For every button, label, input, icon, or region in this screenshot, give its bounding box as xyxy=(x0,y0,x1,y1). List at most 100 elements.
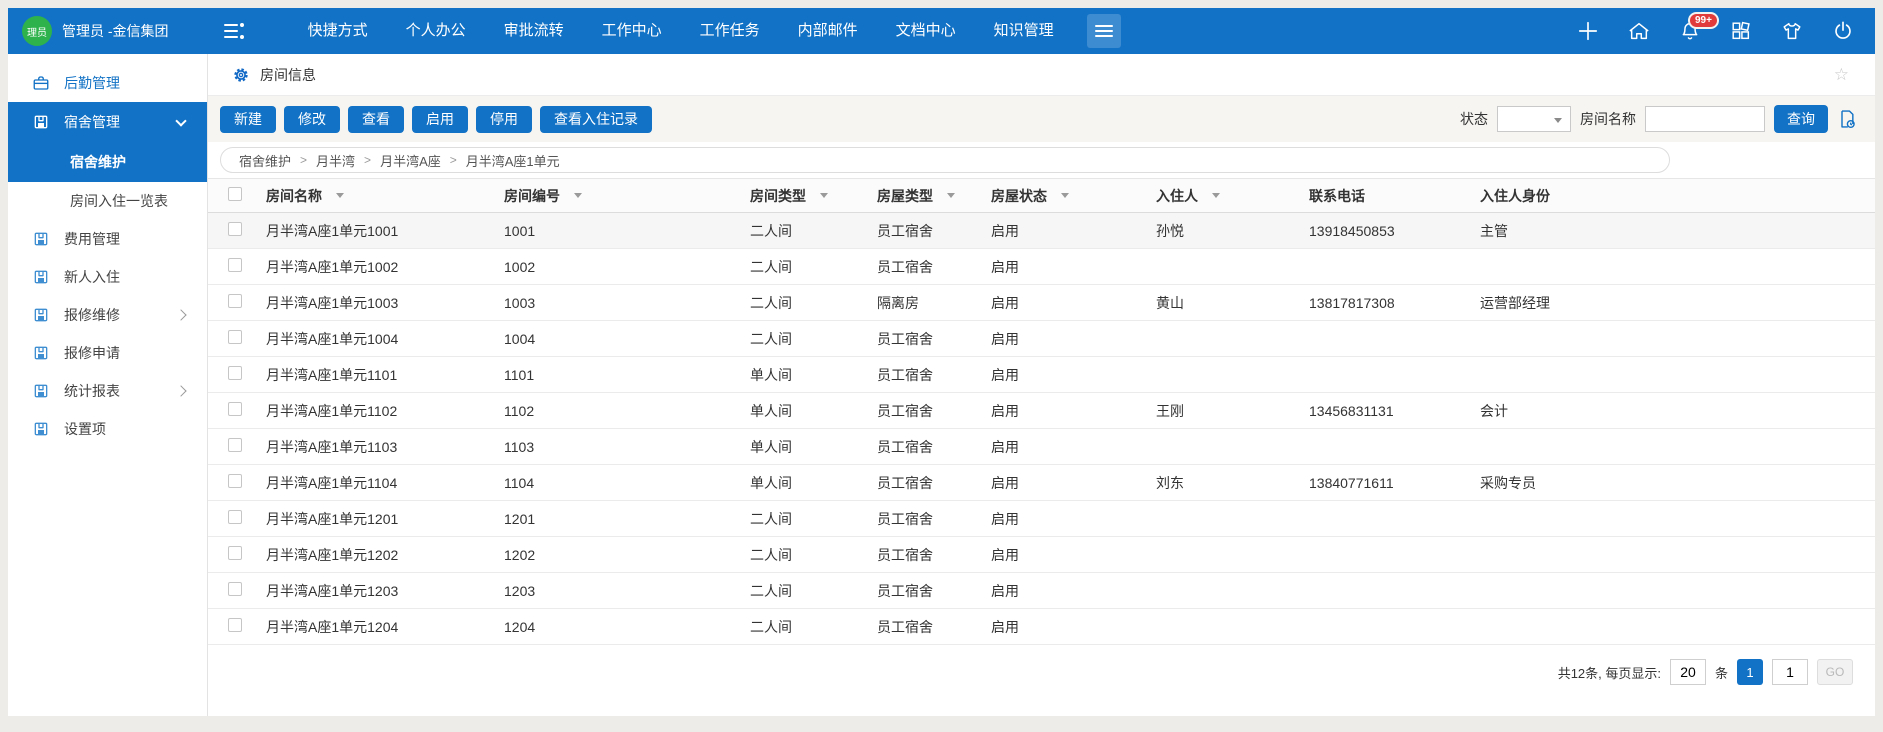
nav-item-2[interactable]: 审批流转 xyxy=(485,8,583,54)
cell-r4-c4: 启用 xyxy=(991,357,1156,393)
sidebar-item-8[interactable]: 统计报表 xyxy=(8,372,207,410)
sidebar-item-3[interactable]: 房间入住一览表 xyxy=(8,182,207,220)
sort-caret-icon[interactable] xyxy=(820,193,828,198)
table-row: 月半湾A座1单元10031003二人间隔离房启用黄山13817817308运营部… xyxy=(208,285,1875,321)
column-label: 联系电话 xyxy=(1309,186,1365,206)
nav-item-5[interactable]: 内部邮件 xyxy=(779,8,877,54)
filter-bar: 状态 房间名称 查询 xyxy=(1460,105,1857,133)
favorite-star-icon[interactable]: ☆ xyxy=(1834,65,1849,85)
cell-r3-c7 xyxy=(1480,321,1875,357)
nav-item-1[interactable]: 个人办公 xyxy=(387,8,485,54)
sort-caret-icon[interactable] xyxy=(574,193,582,198)
apps-grid-icon[interactable] xyxy=(1729,19,1753,43)
nav-item-7[interactable]: 知识管理 xyxy=(975,8,1073,54)
sidebar-item-0[interactable]: 后勤管理 xyxy=(8,64,207,102)
cell-r1-c1: 1002 xyxy=(504,249,750,285)
cell-r11-c1: 1204 xyxy=(504,609,750,645)
page-title: 房间信息 xyxy=(260,65,316,85)
avatar[interactable]: 理员 xyxy=(22,16,52,46)
toolbar: 新建修改查看启用停用查看入住记录 状态 房间名称 查询 xyxy=(208,96,1875,142)
status-label: 状态 xyxy=(1460,109,1488,129)
toolbar-buttons: 新建修改查看启用停用查看入住记录 xyxy=(220,106,652,133)
cell-r7-c4: 启用 xyxy=(991,465,1156,501)
more-menus-icon[interactable] xyxy=(1087,14,1121,48)
row-checkbox[interactable] xyxy=(228,618,242,632)
sidebar-item-6[interactable]: 报修维修 xyxy=(8,296,207,334)
row-checkbox[interactable] xyxy=(228,510,242,524)
export-report-icon[interactable] xyxy=(1837,109,1857,129)
toolbar-button-4[interactable]: 停用 xyxy=(476,106,532,133)
menu-toggle-icon[interactable] xyxy=(221,20,247,42)
bell-icon[interactable]: 99+ xyxy=(1678,19,1702,43)
sort-caret-icon[interactable] xyxy=(947,193,955,198)
sidebar-item-5[interactable]: 新人入住 xyxy=(8,258,207,296)
column-header-inner: 房屋类型 xyxy=(877,186,955,206)
page-size-input[interactable] xyxy=(1670,659,1706,685)
cell-r2-c0: 月半湾A座1单元1003 xyxy=(266,285,504,321)
sidebar-menu: 后勤管理宿舍管理宿舍维护房间入住一览表费用管理新人入住报修维修报修申请统计报表设… xyxy=(8,64,207,448)
sidebar-item-4[interactable]: 费用管理 xyxy=(8,220,207,258)
row-checkbox[interactable] xyxy=(228,330,242,344)
power-icon[interactable] xyxy=(1831,19,1855,43)
cell-r0-c0: 月半湾A座1单元1001 xyxy=(266,213,504,249)
cell-r2-c1: 1003 xyxy=(504,285,750,321)
room-name-input[interactable] xyxy=(1645,106,1765,132)
row-checkbox-cell xyxy=(208,357,266,393)
sidebar-item-9[interactable]: 设置项 xyxy=(8,410,207,448)
column-header-7: 入住人身份 xyxy=(1480,179,1875,213)
breadcrumb-item-0[interactable]: 宿舍维护 xyxy=(239,151,291,170)
table-row: 月半湾A座1单元12041204二人间员工宿舍启用 xyxy=(208,609,1875,645)
select-all-checkbox[interactable] xyxy=(228,187,242,201)
cell-r10-c3: 员工宿舍 xyxy=(877,573,991,609)
row-checkbox[interactable] xyxy=(228,222,242,236)
row-checkbox[interactable] xyxy=(228,294,242,308)
cell-r6-c1: 1103 xyxy=(504,429,750,465)
row-checkbox[interactable] xyxy=(228,402,242,416)
toolbar-button-2[interactable]: 查看 xyxy=(348,106,404,133)
sidebar-item-label: 房间入住一览表 xyxy=(70,191,168,211)
sidebar-item-1[interactable]: 宿舍管理 xyxy=(8,102,207,142)
home-icon[interactable] xyxy=(1627,19,1651,43)
status-select[interactable] xyxy=(1497,106,1571,132)
sidebar-item-7[interactable]: 报修申请 xyxy=(8,334,207,372)
nav-item-0[interactable]: 快捷方式 xyxy=(289,8,387,54)
row-checkbox[interactable] xyxy=(228,258,242,272)
plus-icon[interactable] xyxy=(1576,19,1600,43)
row-checkbox[interactable] xyxy=(228,474,242,488)
sidebar: 后勤管理宿舍管理宿舍维护房间入住一览表费用管理新人入住报修维修报修申请统计报表设… xyxy=(8,54,208,716)
nav-item-4[interactable]: 工作任务 xyxy=(681,8,779,54)
go-button[interactable]: GO xyxy=(1817,659,1853,685)
row-checkbox[interactable] xyxy=(228,366,242,380)
row-checkbox[interactable] xyxy=(228,582,242,596)
goto-page-input[interactable] xyxy=(1772,659,1808,685)
breadcrumb-item-3[interactable]: 月半湾A座1单元 xyxy=(466,151,560,170)
module-icon xyxy=(32,382,50,400)
toolbar-button-1[interactable]: 修改 xyxy=(284,106,340,133)
top-bar: 理员 管理员 -金信集团 快捷方式个人办公审批流转工作中心工作任务内部邮件文档中… xyxy=(8,8,1875,54)
toolbar-button-5[interactable]: 查看入住记录 xyxy=(540,106,652,133)
column-header-inner: 入住人身份 xyxy=(1480,186,1550,206)
toolbar-button-3[interactable]: 启用 xyxy=(412,106,468,133)
cell-r1-c5 xyxy=(1156,249,1309,285)
sidebar-item-2[interactable]: 宿舍维护 xyxy=(8,142,207,182)
column-header-inner: 入住人 xyxy=(1156,186,1220,206)
current-page-button[interactable]: 1 xyxy=(1737,659,1763,685)
nav-item-6[interactable]: 文档中心 xyxy=(877,8,975,54)
module-icon xyxy=(32,113,50,131)
table-header-row: 房间名称房间编号房间类型房屋类型房屋状态入住人联系电话入住人身份 xyxy=(208,179,1875,213)
search-button[interactable]: 查询 xyxy=(1774,105,1828,133)
column-header-4: 房屋状态 xyxy=(991,179,1156,213)
sort-caret-icon[interactable] xyxy=(336,193,344,198)
sort-caret-icon[interactable] xyxy=(1212,193,1220,198)
cell-r1-c6 xyxy=(1309,249,1480,285)
toolbar-button-0[interactable]: 新建 xyxy=(220,106,276,133)
breadcrumb-item-2[interactable]: 月半湾A座 xyxy=(380,151,441,170)
sort-caret-icon[interactable] xyxy=(1061,193,1069,198)
cell-r9-c7 xyxy=(1480,537,1875,573)
nav-item-3[interactable]: 工作中心 xyxy=(583,8,681,54)
breadcrumb-item-1[interactable]: 月半湾 xyxy=(316,151,355,170)
theme-shirt-icon[interactable] xyxy=(1780,19,1804,43)
row-checkbox[interactable] xyxy=(228,546,242,560)
cell-r2-c5: 黄山 xyxy=(1156,285,1309,321)
row-checkbox[interactable] xyxy=(228,438,242,452)
